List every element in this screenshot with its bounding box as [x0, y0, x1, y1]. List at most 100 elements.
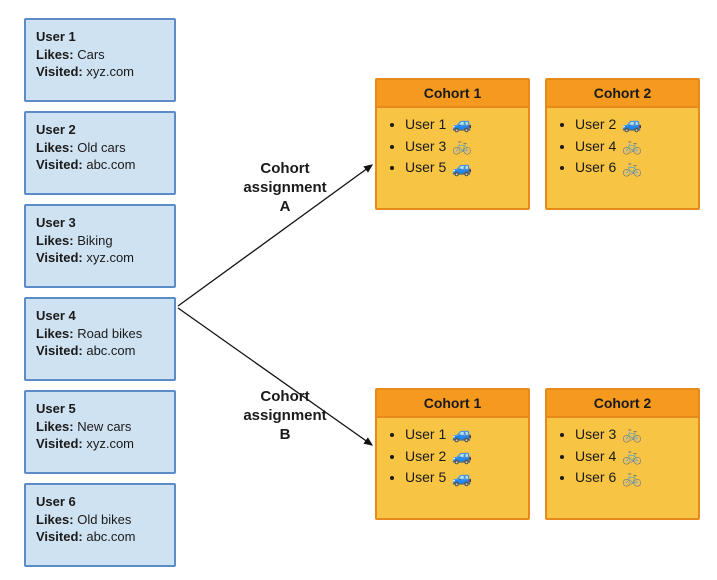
cohort-item: User 4 🚲 [575, 136, 688, 158]
cohort-item: User 1 🚙 [405, 114, 518, 136]
cohort-item: User 5 🚙 [405, 157, 518, 179]
bike-icon: 🚲 [452, 139, 472, 155]
likes-label: Likes: [36, 140, 74, 155]
cohort-item: User 5 🚙 [405, 467, 518, 489]
bike-icon: 🚲 [622, 427, 642, 443]
car-icon: 🚙 [452, 449, 472, 465]
cohort-a1-title: Cohort 1 [377, 80, 528, 108]
car-icon: 🚙 [452, 471, 472, 487]
cohort-item-label: User 4 [575, 448, 616, 464]
visited-value: abc.com [86, 343, 135, 358]
cohort-item: User 6 🚲 [575, 467, 688, 489]
visited-label: Visited: [36, 157, 83, 172]
likes-label: Likes: [36, 512, 74, 527]
visited-value: xyz.com [86, 64, 134, 79]
visited-label: Visited: [36, 529, 83, 544]
user-name: User 6 [36, 493, 164, 511]
visited-label: Visited: [36, 436, 83, 451]
cohort-item-label: User 6 [575, 159, 616, 175]
car-icon: 🚙 [452, 161, 472, 177]
user-card-1: User 1 Likes: Cars Visited: xyz.com [24, 18, 176, 102]
assignment-label-a: Cohort assignment A [225, 160, 345, 216]
likes-value: Biking [77, 233, 112, 248]
assignment-a-line1: Cohort [225, 160, 345, 179]
user-card-4: User 4 Likes: Road bikes Visited: abc.co… [24, 297, 176, 381]
user-visited-row: Visited: abc.com [36, 528, 164, 546]
cohort-item-label: User 1 [405, 116, 446, 132]
likes-value: Old cars [77, 140, 125, 155]
user-card-2: User 2 Likes: Old cars Visited: abc.com [24, 111, 176, 195]
visited-value: xyz.com [86, 436, 134, 451]
cohort-a2: Cohort 2 User 2 🚙 User 4 🚲 User 6 🚲 [545, 78, 700, 210]
user-name: User 4 [36, 307, 164, 325]
cohort-item: User 4 🚲 [575, 446, 688, 468]
users-column: User 1 Likes: Cars Visited: xyz.com User… [24, 18, 176, 576]
cohort-item: User 2 🚙 [405, 446, 518, 468]
cohort-item: User 2 🚙 [575, 114, 688, 136]
bike-icon: 🚲 [622, 449, 642, 465]
user-name: User 3 [36, 214, 164, 232]
user-visited-row: Visited: xyz.com [36, 249, 164, 267]
cohort-item-label: User 4 [575, 138, 616, 154]
visited-label: Visited: [36, 343, 83, 358]
cohort-item: User 1 🚙 [405, 424, 518, 446]
cohort-item-label: User 2 [405, 448, 446, 464]
user-visited-row: Visited: xyz.com [36, 63, 164, 81]
user-visited-row: Visited: abc.com [36, 156, 164, 174]
cohort-a2-title: Cohort 2 [547, 80, 698, 108]
likes-label: Likes: [36, 326, 74, 341]
diagram-stage: User 1 Likes: Cars Visited: xyz.com User… [0, 0, 717, 580]
bike-icon: 🚲 [622, 139, 642, 155]
cohort-item-label: User 3 [575, 426, 616, 442]
cohort-item-label: User 6 [575, 469, 616, 485]
assignment-a-line3: A [225, 198, 345, 217]
cohort-b2: Cohort 2 User 3 🚲 User 4 🚲 User 6 🚲 [545, 388, 700, 520]
cohort-b1-title: Cohort 1 [377, 390, 528, 418]
cohort-item: User 3 🚲 [405, 136, 518, 158]
likes-label: Likes: [36, 233, 74, 248]
visited-value: xyz.com [86, 250, 134, 265]
cohort-item: User 3 🚲 [575, 424, 688, 446]
user-name: User 1 [36, 28, 164, 46]
cohort-item-label: User 3 [405, 138, 446, 154]
user-name: User 2 [36, 121, 164, 139]
user-likes-row: Likes: Road bikes [36, 325, 164, 343]
user-likes-row: Likes: Old bikes [36, 511, 164, 529]
likes-value: Road bikes [77, 326, 142, 341]
likes-value: Old bikes [77, 512, 131, 527]
user-likes-row: Likes: Cars [36, 46, 164, 64]
cohort-b1: Cohort 1 User 1 🚙 User 2 🚙 User 5 🚙 [375, 388, 530, 520]
cohort-item-label: User 5 [405, 469, 446, 485]
cohort-item-label: User 1 [405, 426, 446, 442]
cohort-b1-body: User 1 🚙 User 2 🚙 User 5 🚙 [377, 418, 528, 495]
user-card-3: User 3 Likes: Biking Visited: xyz.com [24, 204, 176, 288]
likes-value: New cars [77, 419, 131, 434]
cohort-a2-body: User 2 🚙 User 4 🚲 User 6 🚲 [547, 108, 698, 185]
likes-label: Likes: [36, 47, 74, 62]
cohort-item: User 6 🚲 [575, 157, 688, 179]
car-icon: 🚙 [622, 117, 642, 133]
user-name: User 5 [36, 400, 164, 418]
visited-value: abc.com [86, 529, 135, 544]
user-likes-row: Likes: Biking [36, 232, 164, 250]
cohort-b2-title: Cohort 2 [547, 390, 698, 418]
assignment-b-line3: B [225, 426, 345, 445]
assignment-b-line1: Cohort [225, 388, 345, 407]
cohort-a1: Cohort 1 User 1 🚙 User 3 🚲 User 5 🚙 [375, 78, 530, 210]
car-icon: 🚙 [452, 427, 472, 443]
cohort-b2-body: User 3 🚲 User 4 🚲 User 6 🚲 [547, 418, 698, 495]
cohort-item-label: User 5 [405, 159, 446, 175]
likes-label: Likes: [36, 419, 74, 434]
assignment-b-line2: assignment [225, 407, 345, 426]
user-likes-row: Likes: Old cars [36, 139, 164, 157]
bike-icon: 🚲 [622, 471, 642, 487]
user-visited-row: Visited: xyz.com [36, 435, 164, 453]
visited-label: Visited: [36, 64, 83, 79]
user-card-5: User 5 Likes: New cars Visited: xyz.com [24, 390, 176, 474]
user-likes-row: Likes: New cars [36, 418, 164, 436]
visited-label: Visited: [36, 250, 83, 265]
cohort-item-label: User 2 [575, 116, 616, 132]
bike-icon: 🚲 [622, 161, 642, 177]
user-visited-row: Visited: abc.com [36, 342, 164, 360]
visited-value: abc.com [86, 157, 135, 172]
